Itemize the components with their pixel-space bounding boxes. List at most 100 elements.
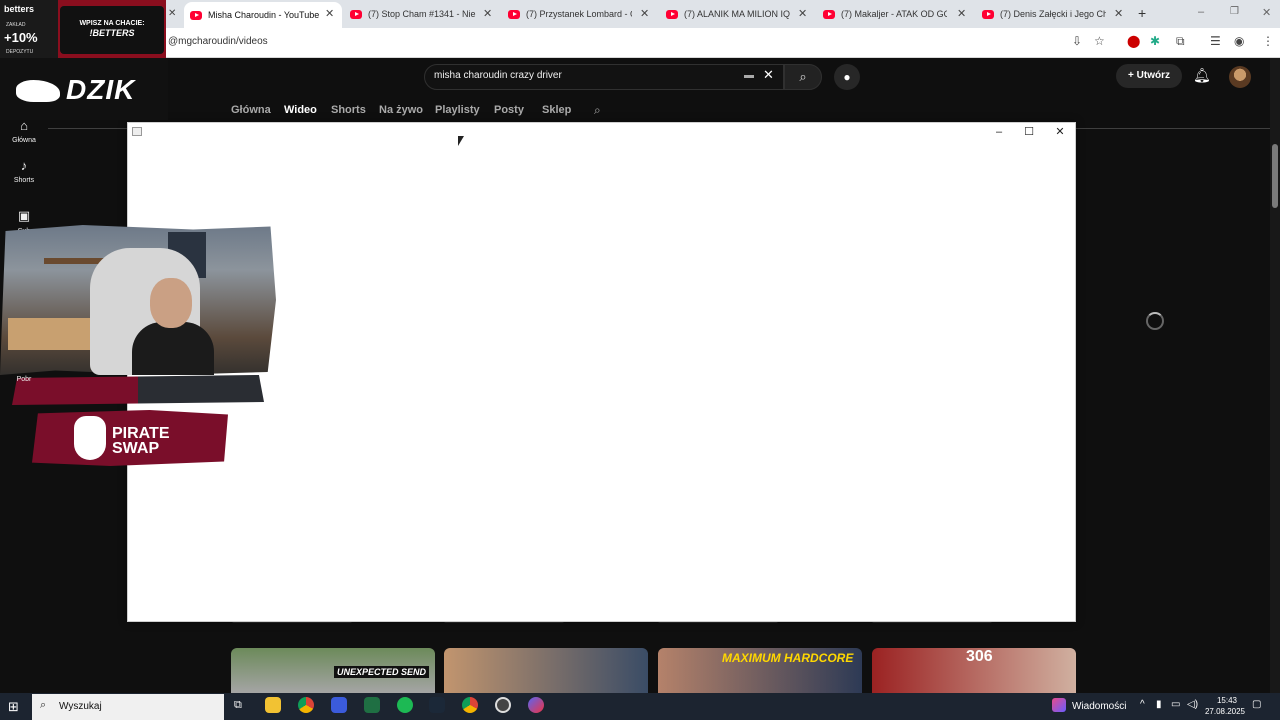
plus-icon: +	[1128, 70, 1137, 81]
youtube-icon	[823, 9, 835, 19]
webcam-person-head	[150, 278, 192, 328]
tab-alanik[interactable]: (7) ALANIK MA MILION IQ? - Fi	[660, 3, 796, 25]
search-icon: ⌕	[799, 69, 807, 84]
subscriptions-icon: ▣	[17, 208, 31, 223]
overlay-brush-strip	[12, 375, 264, 405]
voice-search-button[interactable]: ●	[834, 64, 860, 90]
microphone-icon: ●	[843, 70, 851, 84]
profile-icon[interactable]: ◉	[1234, 34, 1244, 48]
betters-logo: betters	[4, 4, 35, 14]
keyboard-icon[interactable]: ▬	[744, 70, 754, 81]
betters-bonus: +10%	[4, 30, 38, 45]
youtube-icon	[982, 9, 994, 19]
obs-icon[interactable]	[495, 697, 511, 713]
tab-makaljer[interactable]: (7) Makaljer - ATAK OD GOOGL	[817, 3, 953, 25]
window-app-icon	[132, 127, 142, 136]
create-button[interactable]: + Utwórz	[1116, 64, 1182, 88]
blank-popup-window[interactable]	[127, 122, 1076, 622]
pirate-swap-logo: PIRATE SWAP	[112, 425, 170, 457]
bookmark-star-icon[interactable]: ☆	[1094, 34, 1105, 48]
sidebar-item-downloads[interactable]: Pobr	[0, 376, 48, 383]
extension-translate-icon[interactable]: ✱	[1150, 34, 1160, 48]
youtube-icon	[350, 9, 362, 19]
steam-icon[interactable]	[429, 697, 445, 713]
url-field[interactable]: @mgcharoudin/videos	[168, 36, 268, 47]
dzik-logo: DZIK	[66, 74, 136, 105]
popup-minimize-icon[interactable]: –	[984, 124, 1014, 140]
tab-close-icon[interactable]: ✕	[483, 7, 492, 20]
file-explorer-icon[interactable]	[265, 697, 281, 713]
tab-wideo[interactable]: Wideo	[284, 104, 317, 116]
popup-maximize-icon[interactable]: ☐	[1014, 124, 1044, 140]
tab-na-zywo[interactable]: Na żywo	[379, 104, 423, 116]
tab-stop-cham[interactable]: (7) Stop Cham #1341 - Niebezp	[344, 3, 482, 25]
chrome-icon[interactable]	[298, 697, 314, 713]
clear-search-icon[interactable]: ✕	[763, 67, 774, 83]
tab-close-icon[interactable]: ✕	[168, 8, 176, 19]
task-view-icon[interactable]: ⧉	[234, 699, 242, 712]
youtube-icon	[666, 9, 678, 19]
search-button[interactable]: ⌕	[784, 64, 822, 90]
notifications-icon[interactable]: ▢	[1252, 699, 1261, 710]
clock-time[interactable]: 15:43	[1204, 696, 1250, 705]
tab-close-icon[interactable]: ✕	[798, 7, 807, 20]
video-thumbnail[interactable]: UNEXPECTED SEND	[231, 648, 435, 693]
sidebar-item-glowna[interactable]: ⌂ Główna	[0, 118, 48, 144]
video-thumbnail[interactable]: MAXIMUM HARDCORE	[658, 648, 862, 693]
tab-close-icon[interactable]: ✕	[1114, 7, 1123, 20]
install-app-icon[interactable]: ⇩	[1072, 34, 1082, 48]
youtube-icon	[508, 9, 520, 19]
youtube-icon	[190, 10, 202, 20]
webcam-person-body	[132, 322, 214, 375]
news-widget-label[interactable]: Wiadomości	[1072, 701, 1126, 712]
spotify-icon[interactable]	[397, 697, 413, 713]
tab-glowna[interactable]: Główna	[231, 104, 271, 116]
chrome-icon[interactable]	[462, 697, 478, 713]
pirate-mascot-icon	[74, 416, 106, 460]
tab-close-icon[interactable]: ✕	[640, 7, 649, 20]
search-icon: ⌕	[40, 699, 47, 711]
video-thumbnail[interactable]: 306	[872, 648, 1076, 693]
taskbar-search-placeholder: Wyszukaj	[59, 701, 102, 712]
excel-icon[interactable]	[364, 697, 380, 713]
news-widget-icon[interactable]	[1052, 698, 1066, 712]
tab-przystanek-lombard[interactable]: (7) Przystanek Lombard - Odc.	[502, 3, 638, 25]
close-window-icon[interactable]: ✕	[1262, 6, 1271, 19]
tab-close-icon[interactable]: ✕	[957, 7, 966, 20]
loading-spinner-icon	[1146, 312, 1164, 330]
tab-close-icon[interactable]: ✕	[325, 7, 334, 20]
reading-list-icon[interactable]: ☰	[1210, 34, 1221, 48]
network-icon[interactable]: ▭	[1171, 699, 1180, 710]
channel-search-icon[interactable]: ⌕	[594, 103, 601, 118]
tab-posty[interactable]: Posty	[494, 104, 524, 116]
tray-chevron-icon[interactable]: ^	[1140, 699, 1145, 710]
mouse-cursor-icon	[458, 136, 464, 146]
scrollbar-thumb[interactable]	[1272, 144, 1278, 208]
home-icon: ⌂	[20, 118, 28, 133]
app-icon[interactable]	[331, 697, 347, 713]
betters-chat-line: WPISZ NA CHACIE:	[79, 20, 145, 27]
volume-icon[interactable]: ◁)	[1187, 699, 1198, 710]
messenger-icon[interactable]	[528, 697, 544, 713]
extensions-puzzle-icon[interactable]: ⧉	[1176, 34, 1185, 49]
notifications-bell-icon[interactable]: 🔔︎	[1193, 67, 1211, 84]
tab-shorts[interactable]: Shorts	[331, 104, 366, 116]
extension-shield-icon[interactable]: ⬤	[1127, 34, 1140, 48]
tab-misha-charoudin[interactable]: Misha Charoudin - YouTube	[184, 2, 342, 28]
clock-date[interactable]: 27.08.2025	[1200, 707, 1250, 716]
betters-chat-command: !BETTERS	[89, 28, 135, 38]
sidebar-item-shorts[interactable]: ♪ Shorts	[0, 158, 48, 184]
account-avatar[interactable]	[1229, 66, 1251, 88]
new-tab-icon[interactable]: +	[1138, 5, 1146, 21]
popup-close-icon[interactable]: ✕	[1045, 124, 1075, 140]
browser-menu-icon[interactable]: ⋮	[1262, 34, 1274, 48]
video-thumbnail[interactable]	[444, 648, 648, 693]
tab-sklep[interactable]: Sklep	[542, 104, 571, 116]
restore-icon[interactable]: ❐	[1230, 6, 1239, 17]
windows-start-icon[interactable]: ⊞	[8, 699, 19, 715]
minimize-icon[interactable]: –	[1198, 6, 1204, 18]
tab-denis-zalecki[interactable]: (7) Denis Załęcki i Jego Chore	[976, 3, 1112, 25]
microphone-icon[interactable]: ▮	[1156, 699, 1162, 710]
shorts-icon: ♪	[20, 158, 28, 173]
tab-playlisty[interactable]: Playlisty	[435, 104, 480, 116]
